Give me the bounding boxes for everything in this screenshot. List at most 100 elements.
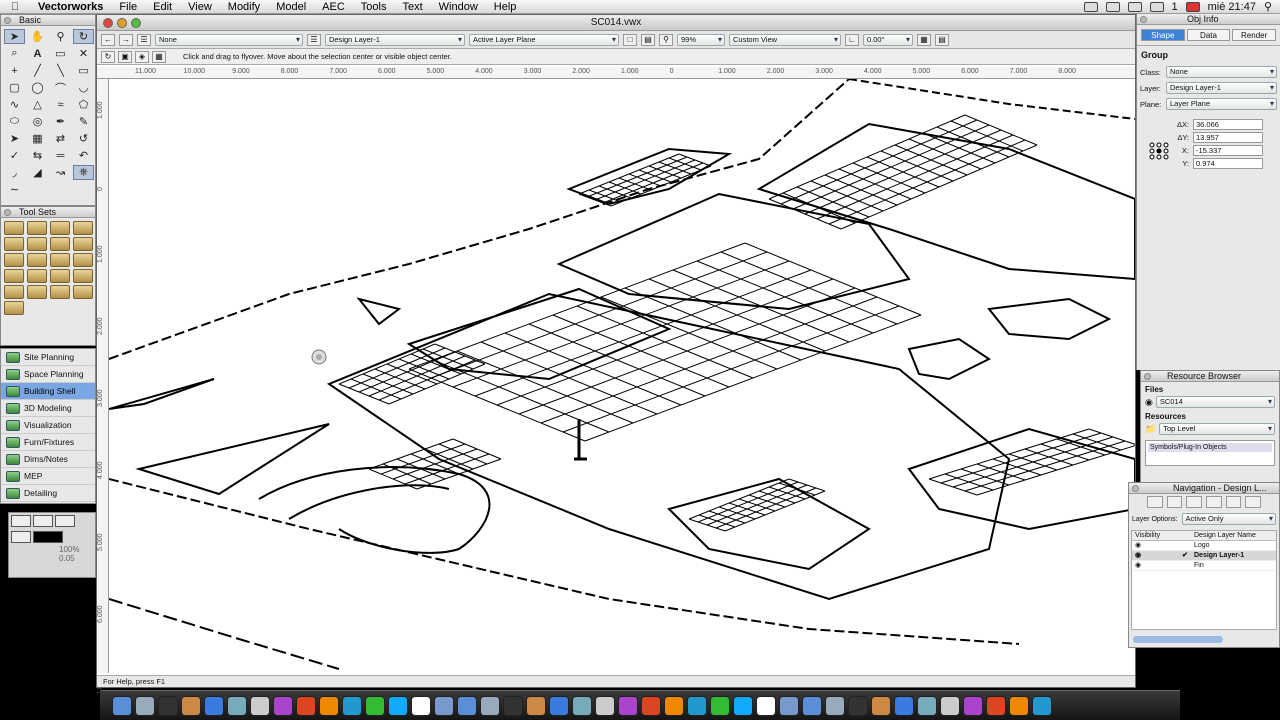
app-icon[interactable] [480,695,500,716]
fillet-tool-icon[interactable]: ◞ [4,165,25,180]
messages-icon[interactable] [365,695,385,716]
skype-icon[interactable] [388,695,408,716]
chamfer-tool-icon[interactable]: ◢ [27,165,48,180]
center-mode-icon[interactable]: ▣ [118,50,132,63]
app-icon[interactable] [802,695,822,716]
column-icon[interactable] [73,221,93,235]
trim-tool-icon[interactable]: ↝ [50,165,71,180]
toolset-3d-modeling[interactable]: 3D Modeling [1,400,95,417]
toolset-space-planning[interactable]: Space Planning [1,366,95,383]
volume-icon[interactable] [1127,1,1142,12]
app-icon[interactable] [687,695,707,716]
layer-select[interactable]: Design Layer-1 [1166,82,1277,94]
toolsets-title[interactable]: Tool Sets [1,207,95,218]
app-icon[interactable] [457,695,477,716]
polygon-tool-icon[interactable]: ⬠ [73,97,94,112]
railing-icon[interactable] [27,253,47,267]
back-arrow-icon[interactable]: ← [101,33,115,46]
truss-icon[interactable] [4,269,24,283]
app-icon[interactable] [917,695,937,716]
grid-mode-icon[interactable]: ▦ [152,50,166,63]
app-icon[interactable] [940,695,960,716]
split-tool-icon[interactable]: ✓ [4,148,25,163]
app-icon[interactable] [503,695,523,716]
itunes-icon[interactable] [273,695,293,716]
layer-dropdown[interactable]: Design Layer-1 [325,33,465,46]
photoshop-icon[interactable] [342,695,362,716]
close-icon[interactable] [1140,16,1147,23]
connect-tool-icon[interactable]: ↶ [73,148,94,163]
joist-icon[interactable] [73,269,93,283]
dy-field[interactable]: 13.957 [1193,132,1263,143]
app-icon[interactable] [871,695,891,716]
close-icon[interactable] [1144,373,1151,380]
flyover-active-icon[interactable]: ⎈ [73,165,94,180]
level-select[interactable]: Top Level [1159,423,1275,435]
eye-icon[interactable]: ◉ [1132,541,1182,550]
roof-icon[interactable] [27,237,47,251]
nav-classes-icon[interactable] [1147,496,1163,508]
wall-icon[interactable] [50,237,70,251]
curtain-wall-icon[interactable] [73,285,93,299]
bulb-icon[interactable] [4,301,24,315]
pen-color-swatch[interactable] [11,531,31,543]
cabinet-icon[interactable] [27,269,47,283]
rotate-tool-icon[interactable]: ↺ [73,131,94,146]
space-icon[interactable] [4,253,24,267]
folder-icon[interactable] [434,695,454,716]
nav-refs-icon[interactable] [1225,496,1242,508]
file-select[interactable]: SC014 [1155,396,1275,408]
resource-folder-item[interactable]: Symbols/Plug-In Objects [1148,443,1272,452]
layer-row[interactable]: ◉ Fin [1132,561,1276,571]
expose-icon[interactable] [158,695,178,716]
dimension-tool-icon[interactable]: ╲ [50,63,71,78]
snap-icon[interactable]: ▦ [917,33,931,46]
curve-tool-icon[interactable]: ≈ [50,97,71,112]
class-dropdown[interactable]: None [155,33,303,46]
circle-tool-icon[interactable]: ◯ [27,80,48,95]
drawing-canvas[interactable] [109,79,1135,673]
ical-icon[interactable] [250,695,270,716]
layer-icon[interactable]: ☰ [307,33,321,46]
obj-info-title[interactable]: Obj Info [1137,14,1280,25]
layer-row[interactable]: ◉ ✔ Design Layer-1 [1132,551,1276,561]
close-icon[interactable] [4,17,11,24]
menu-help[interactable]: Help [486,0,525,14]
ceiling-icon[interactable] [50,269,70,283]
resource-browser-title[interactable]: Resource Browser [1141,371,1279,382]
slab-icon[interactable] [4,237,24,251]
object-mode-icon[interactable]: ◈ [135,50,149,63]
menu-view[interactable]: View [180,0,220,14]
tab-render[interactable]: Render [1232,29,1277,41]
class-select[interactable]: None [1166,66,1277,78]
app-icon[interactable] [986,695,1006,716]
app-icon[interactable] [595,695,615,716]
app-icon[interactable] [664,695,684,716]
menu-file[interactable]: File [111,0,145,14]
window-icon[interactable] [27,221,47,235]
toolset-furn-fixtures[interactable]: Furn/Fixtures [1,434,95,451]
floor-icon[interactable] [4,285,24,299]
app-icon[interactable] [526,695,546,716]
app-icon[interactable] [779,695,799,716]
app-icon[interactable] [549,695,569,716]
resource-list[interactable]: Symbols/Plug-In Objects [1145,440,1275,466]
mirror-tool-icon[interactable]: ⇄ [50,131,71,146]
text-tool-icon[interactable]: A [27,46,48,61]
zoom-icon[interactable]: ⚲ [659,33,673,46]
view-dropdown[interactable]: Custom View [729,33,841,46]
preview-icon[interactable] [181,695,201,716]
beam-icon[interactable] [73,237,93,251]
tab-data[interactable]: Data [1186,29,1231,41]
pan-tool-icon[interactable]: ✋ [27,29,48,44]
plane-select[interactable]: Layer Plane [1166,98,1277,110]
mail-icon[interactable] [227,695,247,716]
app-icon[interactable] [641,695,661,716]
callout-tool-icon[interactable]: ▭ [50,46,71,61]
nav-views-icon[interactable] [1206,496,1222,508]
x-field[interactable]: -15.337 [1193,145,1263,156]
spiral-tool-icon[interactable]: ◎ [27,114,48,129]
frame-icon[interactable] [50,285,70,299]
col-layer-name[interactable]: Design Layer Name [1194,531,1256,540]
spotlight-icon[interactable]: ⚲ [1264,0,1272,13]
